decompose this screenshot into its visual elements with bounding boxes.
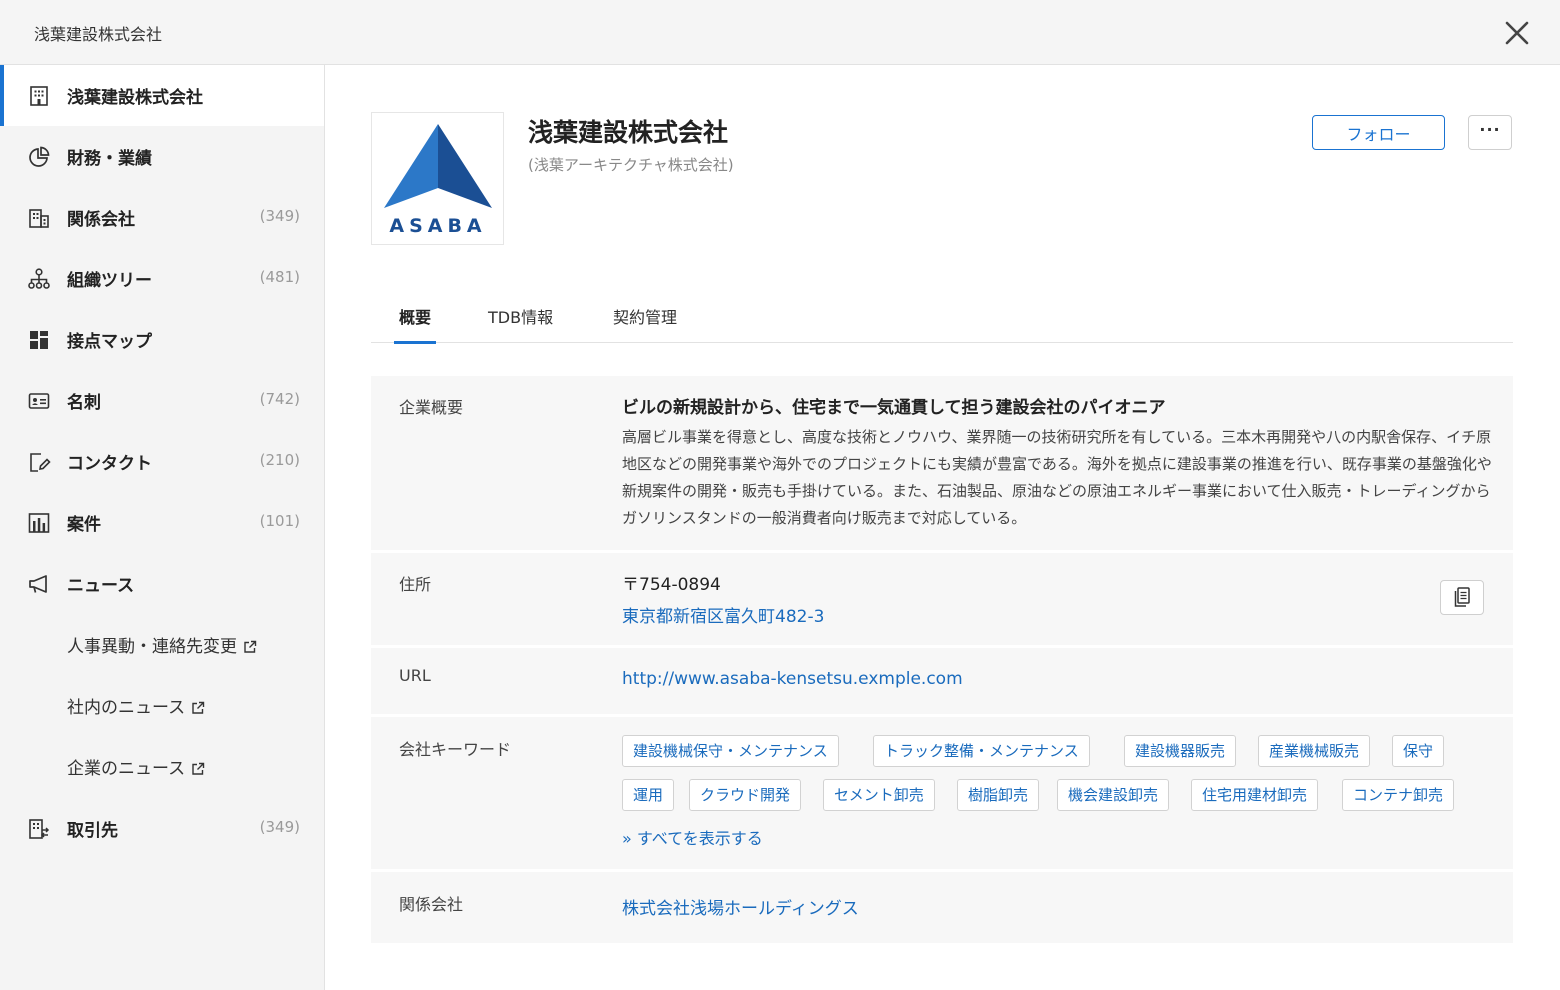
sidebar-item-label: 社内のニュース (67, 698, 186, 718)
keyword-chip[interactable]: 建設機械保守・メンテナンス (622, 735, 839, 767)
sidebar-item-clients[interactable]: 取引先 (349) (0, 798, 324, 859)
keywords-row: 会社キーワード 建設機械保守・メンテナンス トラック整備・メンテナンス 建設機器… (371, 717, 1513, 869)
sidebar-item-label: 接点マップ (67, 332, 152, 352)
keyword-chip[interactable]: トラック整備・メンテナンス (873, 735, 1090, 767)
sidebar-item-count: (742) (259, 390, 300, 408)
external-link-icon (192, 762, 205, 775)
keyword-chip[interactable]: セメント卸売 (823, 779, 935, 811)
keyword-chip[interactable]: 産業機械販売 (1258, 735, 1371, 767)
external-link-icon (192, 701, 205, 714)
sidebar-item-label: 関係会社 (67, 210, 135, 230)
affiliate-icon (29, 209, 49, 228)
building-icon (30, 86, 48, 106)
company-headline: ビルの新規設計から、住宅まで一気通貫して担う建設会社のパイオニア (622, 398, 1166, 418)
sidebar-item-business-cards[interactable]: 名刺 (742) (0, 370, 324, 431)
keyword-chip[interactable]: 樹脂卸売 (957, 779, 1040, 811)
megaphone-icon (29, 575, 47, 593)
keyword-chip[interactable]: 建設機器販売 (1124, 735, 1237, 767)
sidebar-item-label: 名刺 (67, 393, 101, 413)
address-row: 住所 〒754-0894 東京都新宿区富久町482-3 (371, 553, 1513, 645)
sidebar-item-label: 企業のニュース (67, 759, 186, 779)
company-description: 高層ビル事業を得意とし、高度な技術とノウハウ、業界随一の技術研究所を有している。… (622, 428, 1492, 527)
keyword-chip[interactable]: 住宅用建材卸売 (1191, 779, 1319, 811)
company-logo: ASABA (371, 112, 504, 245)
sidebar-item-affiliates[interactable]: 関係会社 (349) (0, 187, 324, 248)
window-titlebar: 浅葉建設株式会社 (0, 0, 1560, 65)
contact-edit-icon (30, 453, 51, 472)
sidebar-item-label: コンタクト (67, 454, 152, 474)
tab-tdb-info[interactable]: TDB情報 (488, 304, 553, 343)
sidebar-item-label: 浅葉建設株式会社 (67, 88, 203, 108)
tab-contract[interactable]: 契約管理 (613, 304, 677, 343)
sidebar-item-count: (101) (259, 512, 300, 530)
sidebar-item-company-news[interactable]: 企業のニュース (0, 736, 324, 797)
sidebar-item-label: 人事異動・連絡先変更 (67, 637, 237, 657)
asaba-logo-mark: ASABA (384, 124, 492, 237)
business-card-icon (28, 393, 50, 409)
logo-text: ASABA (389, 215, 486, 237)
sidebar-item-label: ニュース (67, 576, 135, 596)
clients-icon (29, 819, 50, 839)
copy-icon (1454, 587, 1470, 607)
related-company-label: 関係会社 (399, 895, 464, 914)
keyword-chip[interactable]: コンテナ卸売 (1342, 779, 1455, 811)
summary-row: 企業概要 ビルの新規設計から、住宅まで一気通貫して担う建設会社のパイオニア 高層… (371, 376, 1513, 550)
keywords-label: 会社キーワード (399, 740, 512, 759)
close-icon[interactable] (1502, 18, 1532, 48)
sidebar-item-personnel-news[interactable]: 人事異動・連絡先変更 (0, 614, 324, 675)
sidebar-item-contact-map[interactable]: 接点マップ (0, 309, 324, 370)
keyword-chip[interactable]: 機会建設卸売 (1057, 779, 1170, 811)
company-name: 浅葉建設株式会社 (528, 118, 729, 147)
sidebar-item-count: (210) (259, 451, 300, 469)
sidebar-item-label: 組織ツリー (67, 271, 152, 291)
keyword-chips: 建設機械保守・メンテナンス トラック整備・メンテナンス 建設機器販売 産業機械販… (622, 735, 1492, 865)
keyword-chip[interactable]: 運用 (622, 779, 675, 811)
postal-code: 〒754-0894 (622, 575, 721, 595)
url-row: URL http://www.asaba-kensetsu.exmple.com (371, 648, 1513, 714)
keyword-chip[interactable]: 保守 (1392, 735, 1445, 767)
tab-overview[interactable]: 概要 (393, 304, 437, 344)
sidebar-item-deals[interactable]: 案件 (101) (0, 492, 324, 553)
external-link-icon (244, 640, 257, 653)
sidebar: 浅葉建設株式会社 財務・業績 関係会社 (349) 組織ツリー (481) 接点… (0, 65, 325, 990)
copy-address-button[interactable] (1440, 580, 1484, 615)
deals-icon (28, 513, 50, 533)
sidebar-item-contacts[interactable]: コンタクト (210) (0, 431, 324, 492)
follow-button[interactable]: フォロー (1312, 115, 1445, 150)
sidebar-item-finance[interactable]: 財務・業績 (0, 126, 324, 187)
tab-bar: 概要 TDB情報 契約管理 (371, 290, 1513, 344)
window-title: 浅葉建設株式会社 (34, 25, 163, 44)
grid-icon (30, 331, 48, 349)
sidebar-item-label: 財務・業績 (67, 149, 152, 169)
sidebar-item-count: (349) (259, 207, 300, 225)
sidebar-item-news[interactable]: ニュース (0, 553, 324, 614)
address-label: 住所 (399, 575, 432, 594)
related-company-row: 関係会社 株式会社浅場ホールディングス (371, 872, 1513, 943)
sidebar-item-label: 案件 (67, 515, 101, 535)
more-icon: ··· (1479, 120, 1501, 139)
sidebar-item-company[interactable]: 浅葉建設株式会社 (0, 65, 324, 126)
company-sub-name: (浅葉アーキテクチャ株式会社) (528, 156, 734, 174)
url-label: URL (399, 666, 431, 685)
sidebar-item-internal-news[interactable]: 社内のニュース (0, 675, 324, 736)
main-content: ASABA 浅葉建設株式会社 (浅葉アーキテクチャ株式会社) フォロー ··· … (325, 65, 1560, 990)
pie-chart-icon (29, 146, 50, 167)
sidebar-item-label: 取引先 (67, 821, 118, 841)
more-options-button[interactable]: ··· (1468, 115, 1512, 150)
sidebar-item-count: (481) (259, 268, 300, 286)
keyword-chip[interactable]: クラウド開発 (689, 779, 802, 811)
sidebar-item-org-tree[interactable]: 組織ツリー (481) (0, 248, 324, 309)
sidebar-item-count: (349) (259, 818, 300, 836)
related-company-link[interactable]: 株式会社浅場ホールディングス (622, 894, 859, 919)
org-tree-icon (28, 268, 50, 289)
summary-label: 企業概要 (399, 398, 464, 417)
address-link[interactable]: 東京都新宿区富久町482-3 (622, 602, 824, 627)
show-all-keywords-link[interactable]: » すべてを表示する (622, 825, 763, 849)
company-url-link[interactable]: http://www.asaba-kensetsu.exmple.com (622, 669, 963, 689)
